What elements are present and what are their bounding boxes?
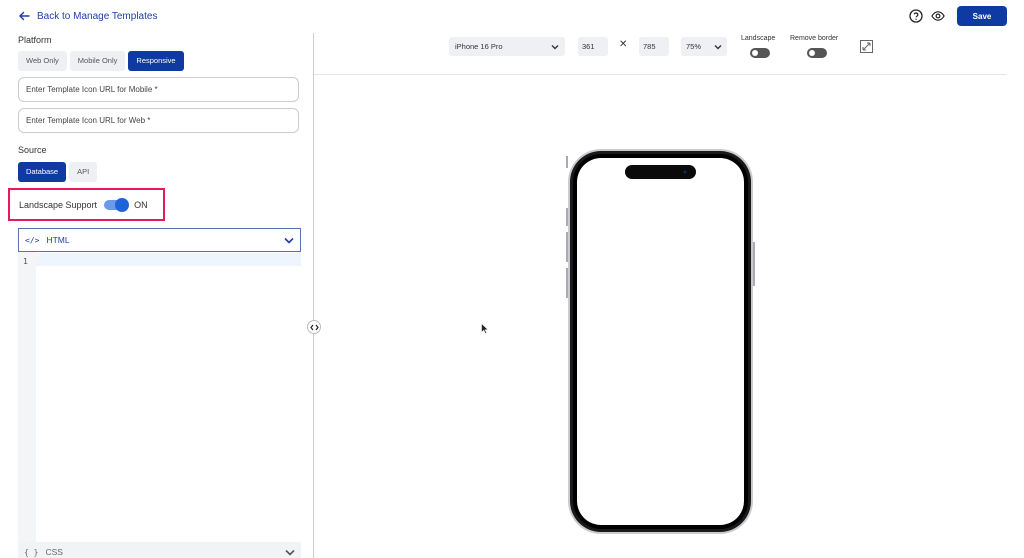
platform-label: Platform [18,35,52,45]
web-icon-url-input[interactable] [18,108,299,133]
expand-icon[interactable] [860,40,873,53]
header-actions: Save [909,6,1007,26]
resize-handle-icon[interactable] [307,320,321,334]
help-icon[interactable] [909,9,923,23]
line-number: 1 [23,257,28,266]
css-editor-selector[interactable]: { } CSS [18,542,301,558]
device-select[interactable]: iPhone 16 Pro [449,37,565,56]
landscape-support-toggle[interactable] [104,197,130,212]
phone-frame [566,149,755,534]
remove-border-label: Remove border [790,35,839,42]
toggle-knob [115,197,130,212]
times-icon: ✕ [619,39,628,50]
chevron-down-icon [714,44,722,49]
preview-eye-icon[interactable] [931,9,945,23]
back-link-label: Back to Manage Templates [37,10,158,22]
width-input[interactable]: 361 [578,37,608,56]
source-database-button[interactable]: Database [18,162,67,182]
back-to-manage-templates-link[interactable]: Back to Manage Templates [18,10,157,22]
landscape-support-state: ON [134,199,148,210]
left-config-panel: Platform Web Only Mobile Only Responsive… [0,30,313,558]
remove-border-toggle[interactable] [807,48,827,58]
html-editor-selector[interactable]: </> HTML [18,228,301,252]
arrow-left-icon [19,11,30,21]
braces-icon: { } [24,547,39,557]
source-options: Database API [18,162,98,182]
code-icon: </> [25,235,40,245]
chevron-down-icon [285,549,295,556]
platform-mobile-only-button[interactable]: Mobile Only [69,51,126,71]
height-input[interactable]: 785 [639,37,669,56]
landscape-support-label: Landscape Support [19,199,98,210]
active-line-highlight [36,253,301,266]
source-api-button[interactable]: API [69,162,98,182]
code-editor[interactable]: 1 [18,252,301,542]
save-button[interactable]: Save [957,6,1007,26]
mobile-icon-url-input[interactable] [18,77,299,102]
chevron-down-icon [284,237,294,244]
device-value: iPhone 16 Pro [455,42,503,51]
landscape-label: Landscape [741,35,776,42]
zoom-value: 75% [686,42,702,51]
chevron-down-icon [551,44,559,49]
preview-toolbar: iPhone 16 Pro 361 ✕ 785 75% Landscape Re… [314,33,1006,75]
toggle-knob [809,50,815,56]
platform-responsive-button[interactable]: Responsive [128,51,184,71]
html-tab-label: HTML [46,235,70,245]
mouse-pointer-icon [481,323,489,334]
toggle-knob [752,50,758,56]
phone-screen [577,158,744,525]
platform-options: Web Only Mobile Only Responsive [18,51,184,71]
landscape-support-highlight: Landscape Support ON [8,188,165,221]
landscape-toggle[interactable] [750,48,770,58]
css-tab-label: CSS [45,547,63,557]
zoom-select[interactable]: 75% [681,37,727,56]
editor-gutter [18,252,36,542]
platform-web-only-button[interactable]: Web Only [18,51,67,71]
panel-divider [313,33,314,558]
source-label: Source [18,145,47,155]
